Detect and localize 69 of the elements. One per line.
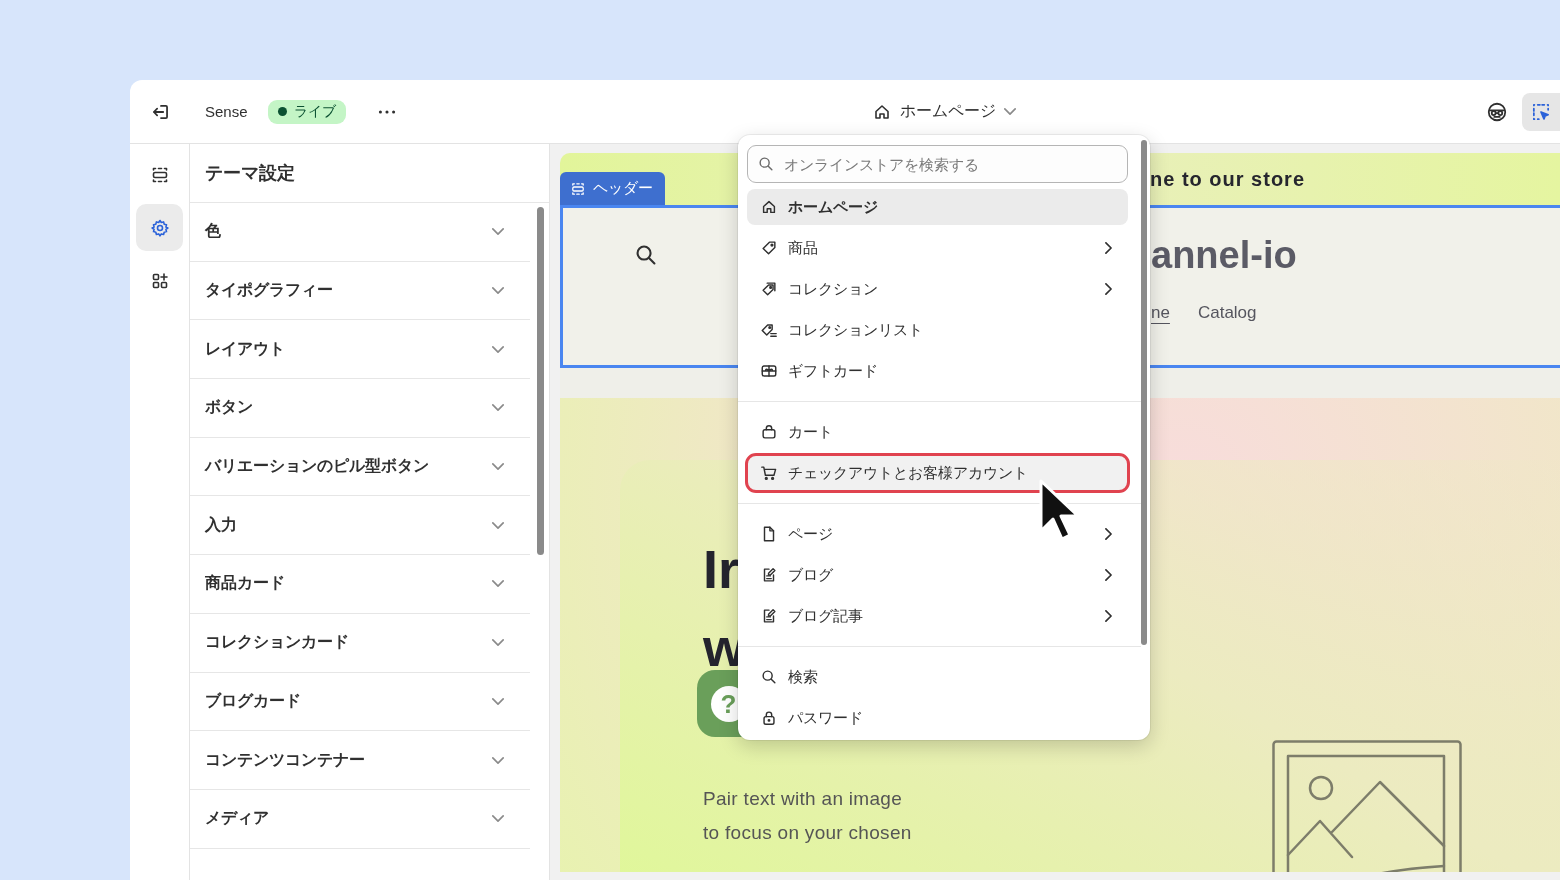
menu-item[interactable]: コレクション <box>747 271 1128 307</box>
chevron-down-icon <box>492 463 504 471</box>
chevron-right-icon <box>1105 610 1112 622</box>
bag-icon <box>760 423 778 441</box>
chevron-down-icon <box>492 345 504 353</box>
tags-icon <box>760 280 778 298</box>
settings-section[interactable]: コレクションカード <box>190 613 530 673</box>
menu-item[interactable]: コレクションリスト <box>747 312 1128 348</box>
status-dot <box>277 107 287 116</box>
menu-item[interactable]: カート <box>747 414 1128 450</box>
settings-section[interactable]: レイアウト <box>190 320 530 380</box>
settings-section[interactable]: 入力 <box>190 496 530 556</box>
settings-section[interactable]: 商品カード <box>190 555 530 614</box>
image-placeholder-icon <box>1272 740 1462 872</box>
menu-item[interactable]: ホームページ <box>747 189 1128 225</box>
heading-line: Ir <box>703 538 740 601</box>
settings-section[interactable]: 色 <box>190 203 530 262</box>
menu-item[interactable]: ギフトカード <box>747 353 1128 389</box>
menu-item[interactable]: 商品 <box>747 230 1128 266</box>
settings-section[interactable]: コンテンツコンテナー <box>190 731 530 790</box>
status-label: ライブ <box>293 102 336 121</box>
menu-item[interactable]: ブログ記事 <box>747 598 1128 634</box>
section-tag-label: ヘッダー <box>593 179 653 198</box>
cart-icon <box>760 464 778 482</box>
chevron-down-icon <box>492 756 504 764</box>
store-logo: annel-io <box>1151 233 1297 278</box>
chevron-down-icon <box>492 521 504 529</box>
chevron-down-icon <box>492 228 504 236</box>
page-selector[interactable]: ホームページ <box>872 97 1016 126</box>
scrollbar[interactable] <box>1141 140 1147 645</box>
chevron-down-icon <box>492 287 504 295</box>
gift-card-icon <box>760 362 778 380</box>
chevron-right-icon <box>1105 242 1112 254</box>
nav-link[interactable]: ne <box>1151 303 1170 323</box>
lock-icon <box>760 709 778 727</box>
menu-item[interactable]: チェックアウトとお客様アカウント <box>747 455 1128 491</box>
settings-section[interactable]: タイポグラフィー <box>190 261 530 321</box>
search-icon <box>760 668 778 686</box>
tag-icon <box>760 239 778 257</box>
chevron-right-icon <box>1105 283 1112 295</box>
settings-section[interactable]: メディア <box>190 789 530 849</box>
chevron-down-icon <box>492 404 504 412</box>
chevron-down-icon <box>492 580 504 588</box>
panel-title: テーマ設定 <box>190 144 549 203</box>
store-name: Sense <box>205 103 248 120</box>
settings-section[interactable]: バリエーションのピル型ボタン <box>190 437 530 497</box>
sections-icon <box>570 180 586 197</box>
tag-list-icon <box>760 321 778 339</box>
settings-icon <box>149 217 170 238</box>
chevron-right-icon <box>1105 569 1112 581</box>
settings-section[interactable]: ブログカード <box>190 672 530 732</box>
glasses-face-icon <box>1486 100 1508 123</box>
chevron-down-icon <box>492 639 504 647</box>
search-field[interactable]: オンラインストアを検索する <box>747 145 1128 183</box>
body-text-line: Pair text with an image <box>703 787 904 811</box>
scrollbar[interactable] <box>537 207 544 555</box>
chevron-down-icon <box>492 815 504 823</box>
chevron-down-icon <box>492 697 504 705</box>
body-text-line: to focus on your chosen <box>703 821 913 845</box>
home-icon <box>760 198 778 216</box>
chevron-right-icon <box>1105 528 1112 540</box>
settings-section[interactable]: ボタン <box>190 379 530 438</box>
menu-item[interactable]: ページ <box>747 516 1128 552</box>
search-icon <box>757 155 775 173</box>
chevron-down-icon <box>1004 108 1016 115</box>
inspector-button[interactable] <box>1522 92 1560 131</box>
announcement-text: ne to our store <box>1150 167 1305 191</box>
menu-item[interactable]: ブログ <box>747 557 1128 593</box>
nav-link[interactable]: Catalog <box>1197 303 1257 323</box>
